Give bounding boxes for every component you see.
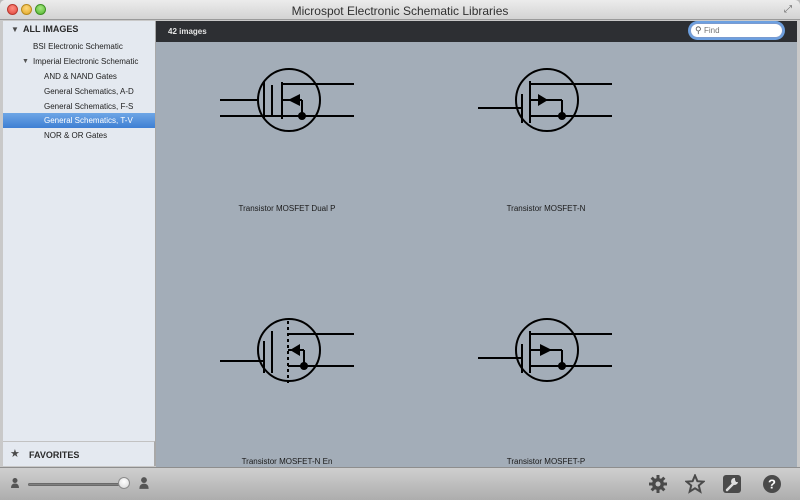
mosfet-n-enhancement-symbol [220, 318, 354, 383]
sidebar-item-label: BSI Electronic Schematic [33, 42, 123, 51]
sidebar-item-imperial[interactable]: ▼ Imperial Electronic Schematic [3, 54, 155, 69]
star-icon: ★ [10, 448, 20, 460]
sidebar-item-and-nand[interactable]: AND & NAND Gates [3, 69, 155, 84]
sidebar-item-label: NOR & OR Gates [44, 131, 108, 140]
gallery-caption: Transistor MOSFET Dual P [238, 204, 336, 213]
sidebar-item-label: AND & NAND Gates [44, 72, 117, 81]
gear-icon[interactable] [648, 474, 668, 494]
gallery-caption: Transistor MOSFET-N [506, 204, 586, 213]
disclosure-triangle-icon[interactable]: ▼ [11, 25, 19, 34]
favorites-label: FAVORITES [29, 450, 80, 460]
gallery-item-mosfet-n-en[interactable] [214, 311, 364, 391]
sidebar-item-label: General Schematics, F-S [44, 102, 134, 111]
sidebar-item-general-f-s[interactable]: General Schematics, F-S [3, 99, 155, 114]
fullscreen-icon[interactable]: ⤢ [782, 4, 794, 16]
gallery-toolbar: 42 images ⚲ [156, 21, 797, 42]
sidebar-header-all-images[interactable]: ▼ ALL IMAGES [3, 21, 155, 39]
gallery-item-mosfet-n[interactable] [472, 61, 622, 141]
sidebar-item-nor-or[interactable]: NOR & OR Gates [3, 128, 155, 143]
sidebar-header-label: ALL IMAGES [23, 24, 79, 34]
gallery-caption: Transistor MOSFET-P [506, 457, 586, 466]
mosfet-p-symbol [478, 318, 612, 382]
disclosure-triangle-icon[interactable]: ▼ [22, 54, 29, 69]
sidebar-item-general-t-v[interactable]: General Schematics, T-V [3, 113, 155, 128]
sidebar-item-general-a-d[interactable]: General Schematics, A-D [3, 84, 155, 99]
person-large-icon [139, 477, 149, 489]
image-count: 42 images [168, 27, 207, 36]
zoom-slider[interactable] [28, 483, 125, 486]
wrench-icon[interactable] [722, 474, 742, 494]
window-title: Microspot Electronic Schematic Libraries [291, 4, 509, 18]
search-input[interactable] [704, 25, 778, 36]
mosfet-n-symbol [478, 68, 612, 132]
gallery-caption: Transistor MOSFET-N En [241, 457, 333, 466]
svg-text:?: ? [768, 477, 776, 492]
sidebar-item-label: Imperial Electronic Schematic [33, 57, 139, 66]
help-icon[interactable]: ? [762, 474, 782, 494]
app-window: Microspot Electronic Schematic Libraries… [0, 0, 800, 500]
person-small-icon [11, 478, 19, 488]
gallery-item-mosfet-dual-p[interactable] [214, 61, 364, 141]
search-icon: ⚲ [695, 25, 702, 35]
star-icon[interactable] [685, 474, 705, 494]
bottom-toolbar: ? [0, 467, 800, 500]
sidebar: ▼ ALL IMAGES BSI Electronic Schematic ▼ I… [3, 21, 156, 466]
sidebar-item-label: General Schematics, A-D [44, 87, 134, 96]
zoom-slider-knob[interactable] [118, 477, 130, 489]
gallery-item-mosfet-p[interactable] [472, 311, 622, 391]
mosfet-dual-p-symbol [220, 68, 354, 132]
sidebar-item-bsi[interactable]: BSI Electronic Schematic [3, 39, 155, 54]
sidebar-item-label: General Schematics, T-V [44, 116, 133, 125]
gallery-area: 42 images ⚲ Find Transistor MOSFET Dual … [156, 21, 797, 467]
title-bar[interactable]: Microspot Electronic Schematic Libraries… [0, 0, 800, 20]
favorites-section[interactable]: ★ FAVORITES [3, 441, 155, 466]
search-field[interactable]: ⚲ [690, 23, 783, 38]
